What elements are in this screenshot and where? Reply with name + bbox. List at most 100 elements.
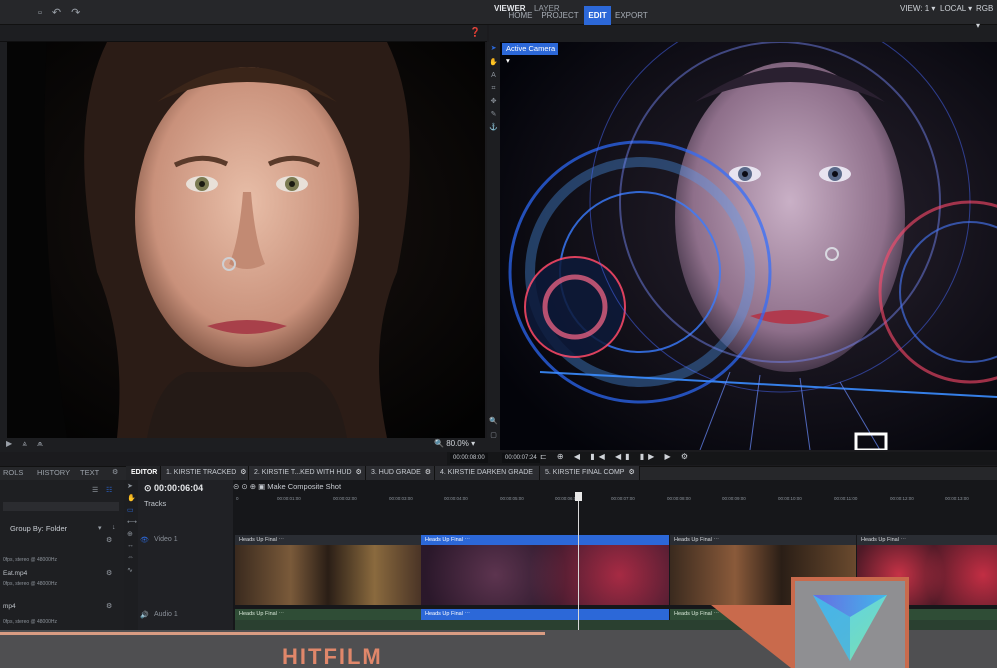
list-view-icon[interactable]: ☰: [92, 486, 98, 494]
crop-tool-icon[interactable]: ⌗: [489, 84, 498, 93]
select-tool-icon[interactable]: ➤: [127, 482, 133, 490]
trimmer-side-strip: [0, 42, 7, 452]
quick-actions: ▫↶↷: [38, 6, 90, 19]
close-icon[interactable]: ⚙: [356, 466, 362, 480]
audio-clip[interactable]: Heads Up Final ⋯: [235, 609, 421, 620]
slice-tool-icon[interactable]: ▭: [127, 506, 134, 514]
hand-tool-icon[interactable]: ✋: [127, 494, 136, 502]
close-icon[interactable]: ⚙: [628, 466, 634, 480]
zoom-tool-icon[interactable]: 🔍: [489, 417, 498, 426]
transform-tool-icon[interactable]: ✥: [489, 97, 498, 106]
audio-clip-selected[interactable]: Heads Up Final ⋯: [421, 609, 669, 620]
media-search-field[interactable]: [3, 502, 119, 511]
viewer-transport-controls[interactable]: ⊏ ⊕ ◀ ▮◀ ◀▮ ▮▶ ▶ ⚙: [540, 452, 692, 461]
media-gear-icon[interactable]: ⚙: [106, 536, 112, 544]
video-track-label: Video 1: [154, 536, 178, 543]
media-item-3[interactable]: mp4: [3, 603, 16, 610]
media-info: 0fps, stereo @ 48000Hz: [3, 557, 57, 563]
trimmer-header: ❓: [0, 25, 487, 42]
view-select[interactable]: VIEW: 1 ▾: [900, 0, 935, 17]
nav-edit[interactable]: EDIT: [584, 6, 611, 25]
ruler-tick: 00:00:01:00: [277, 496, 301, 501]
help-icon[interactable]: ❓: [470, 27, 481, 38]
video-visibility-icon[interactable]: 👁: [140, 536, 149, 544]
close-icon[interactable]: ⚙: [425, 466, 431, 480]
select-tool-icon[interactable]: ➤: [489, 44, 498, 53]
make-composite-button[interactable]: ⊝ ⊙ ⊕ ▣ Make Composite Shot: [233, 482, 341, 491]
tab-text[interactable]: TEXT: [80, 466, 99, 480]
clip-thumbnail: [235, 545, 421, 605]
audio-mute-icon[interactable]: 🔊: [140, 611, 149, 619]
clip-thumbnail: [421, 545, 669, 605]
hand-tool-icon[interactable]: ✋: [489, 58, 498, 67]
anchor-tool-icon[interactable]: ⚓: [489, 123, 498, 132]
timeline-timecode-value: 00:00:06:04: [154, 483, 204, 493]
ripple-tool-icon[interactable]: ⇔: [127, 554, 134, 561]
active-camera-dropdown[interactable]: Active Camera ▾: [502, 43, 558, 65]
video-clip[interactable]: Heads Up Final ⋯: [857, 535, 997, 545]
playhead-handle[interactable]: [575, 492, 582, 501]
rate-tool-icon[interactable]: ∿: [127, 566, 133, 574]
save-icon[interactable]: ▫: [38, 7, 52, 19]
redo-icon[interactable]: ↷: [71, 7, 90, 19]
pen-tool-icon[interactable]: ✎: [489, 110, 498, 119]
composite-viewer[interactable]: [500, 42, 997, 450]
tab-comp-1[interactable]: 1. KIRSTIE TRACKED ⚙: [161, 466, 249, 480]
playhead[interactable]: [578, 492, 579, 630]
media-item-2[interactable]: Eat.mp4: [3, 570, 27, 577]
viewer-header: [489, 25, 997, 42]
video-clip-selected[interactable]: Heads Up Final ⋯: [421, 535, 669, 545]
space-select-label: LOCAL: [940, 4, 966, 13]
tab-comp-4-label: 4. KIRSTIE DARKEN GRADE: [440, 469, 533, 476]
tab-comp-5[interactable]: 5. KIRSTIE FINAL COMP ⚙: [540, 466, 640, 480]
video-clip[interactable]: Heads Up Final ⋯: [235, 535, 421, 545]
ruler-tick: 00:00:09:00: [722, 496, 746, 501]
slip-tool-icon[interactable]: ⟷: [127, 518, 137, 526]
timeline-timecode[interactable]: ⊙ 00:00:06:04: [144, 483, 203, 494]
slide-tool-icon[interactable]: ↔: [127, 542, 134, 549]
media-info: 0fps, stereo @ 48000Hz: [3, 581, 57, 587]
group-dropdown-icon[interactable]: ▾: [98, 524, 102, 532]
audio-track-label: Audio 1: [154, 611, 178, 618]
panel-settings-icon[interactable]: ⚙: [112, 468, 118, 476]
video-clip[interactable]: Heads Up Final ⋯: [670, 535, 856, 545]
roll-tool-icon[interactable]: ⊕: [127, 530, 133, 538]
ruler-tick: 00:00:03:00: [389, 496, 413, 501]
media-name: mp4: [3, 603, 16, 610]
trimmer-controls: ▶ ⩓ ⩕ 🔍 80.0% ▾: [0, 438, 500, 452]
tab-comp-3[interactable]: 3. HUD GRADE ⚙: [366, 466, 435, 480]
group-by-select[interactable]: Group By: Folder: [10, 524, 67, 533]
space-select[interactable]: LOCAL ▾: [940, 0, 972, 17]
ruler-tick: 00:00:04:00: [444, 496, 468, 501]
channel-select[interactable]: RGB ▾: [976, 0, 997, 30]
media-gear-icon[interactable]: ⚙: [106, 569, 112, 577]
viewer-timecode[interactable]: 00:00:07:24: [502, 453, 540, 463]
nav-export[interactable]: EXPORT: [615, 6, 648, 25]
close-icon[interactable]: ⚙: [240, 466, 246, 480]
logo-frame: [791, 577, 909, 668]
media-gear-icon[interactable]: ⚙: [106, 602, 112, 610]
tab-comp-4[interactable]: 4. KIRSTIE DARKEN GRADE⚙: [435, 466, 540, 490]
clip-label: Heads Up Final: [425, 537, 463, 543]
ruler-tick: 00:00:08:00: [667, 496, 691, 501]
tab-comp-2[interactable]: 2. KIRSTIE T...KED WITH HUD ⚙: [249, 466, 366, 480]
clip-label: Heads Up Final: [425, 611, 463, 617]
ruler-tick: 00:00:05:00: [500, 496, 524, 501]
trimmer-timecode[interactable]: 00:00:08:00: [450, 453, 488, 463]
clip-label: Heads Up Final: [239, 537, 277, 543]
tab-controls[interactable]: ROLS: [3, 466, 23, 480]
clip-label: Heads Up Final: [674, 537, 712, 543]
trimmer-transport[interactable]: ▶ ⩓ ⩕: [6, 439, 47, 449]
text-tool-icon[interactable]: A: [489, 71, 498, 80]
undo-icon[interactable]: ↶: [52, 7, 71, 19]
source-frame: [7, 42, 485, 438]
tab-history[interactable]: HISTORY: [37, 466, 70, 480]
grid-view-icon[interactable]: ☷: [106, 486, 112, 494]
zoom-control[interactable]: 🔍 80.0% ▾: [434, 439, 475, 448]
tab-layer[interactable]: LAYER: [534, 0, 560, 17]
logo-frame-corner: [711, 605, 791, 668]
sort-icon[interactable]: ↓: [112, 524, 116, 531]
tab-viewer[interactable]: VIEWER: [494, 0, 526, 17]
trimmer-viewer[interactable]: [7, 42, 485, 438]
tab-editor[interactable]: EDITOR: [126, 466, 161, 480]
